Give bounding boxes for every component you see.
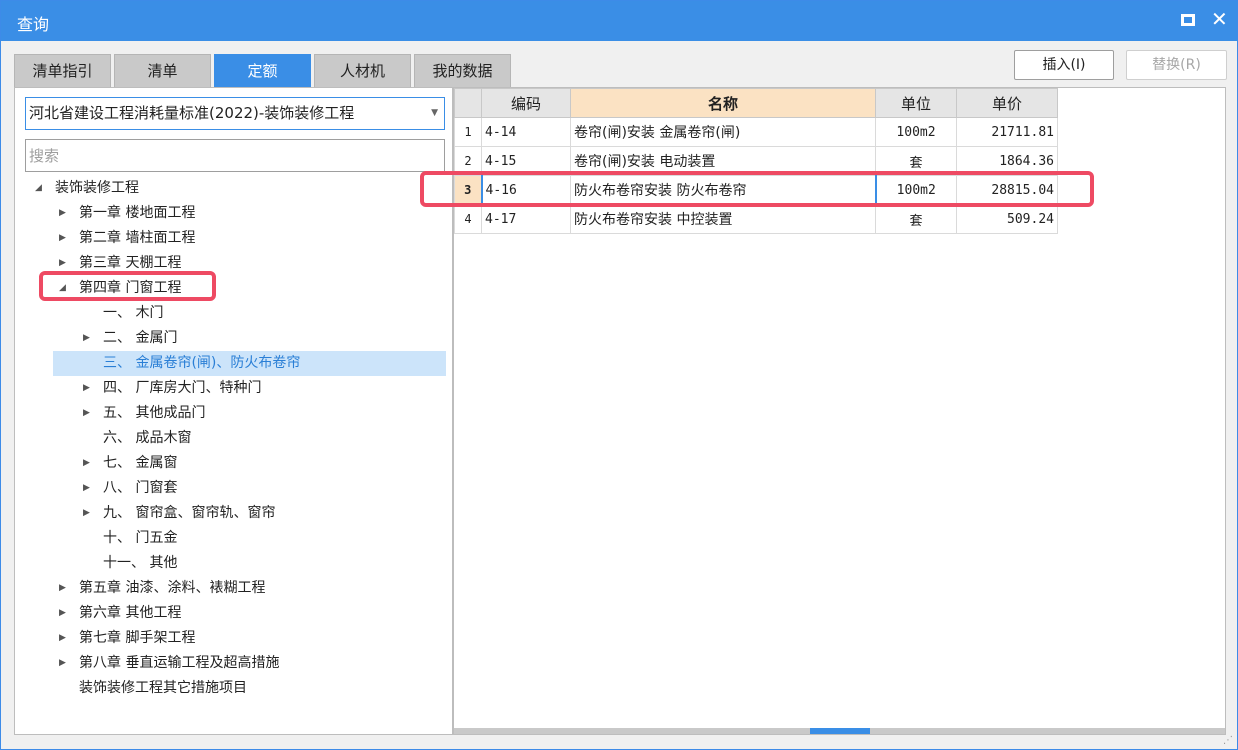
resize-grip-icon[interactable]: ⋰: [1223, 735, 1233, 746]
scrollbar-thumb[interactable]: [810, 728, 870, 734]
tree-node-label: 一、 木门: [103, 305, 164, 321]
column-header-price[interactable]: 单价: [956, 88, 1058, 118]
collapsed-arrow-icon[interactable]: ▶: [83, 326, 90, 351]
tree-node-label: 第七章 脚手架工程: [79, 630, 196, 646]
cell-name[interactable]: 卷帘(闸)安装 金属卷帘(闸): [570, 117, 876, 147]
cell-price[interactable]: 21711.81: [956, 117, 1058, 147]
library-select[interactable]: 河北省建设工程消耗量标准(2022)-装饰装修工程 ▼: [25, 97, 445, 130]
tree-node-label: 二、 金属门: [103, 330, 178, 346]
tree-node-label: 第六章 其他工程: [79, 605, 182, 621]
tree-node-label: 六、 成品木窗: [103, 430, 192, 446]
window-title: 查询: [17, 15, 50, 34]
replace-button[interactable]: 替换(R): [1126, 50, 1227, 80]
tree-node-chapter-7[interactable]: ▶ 第七章 脚手架工程: [15, 626, 452, 651]
column-header-unit[interactable]: 单位: [875, 88, 957, 118]
tree-node-label: 三、 金属卷帘(闸)、防火布卷帘: [103, 355, 301, 371]
tree-node-label: 装饰装修工程其它措施项目: [79, 680, 247, 696]
tree-node-label: 第五章 油漆、涂料、裱糊工程: [79, 580, 266, 596]
tree-node-chapter-8[interactable]: ▶ 第八章 垂直运输工程及超高措施: [15, 651, 452, 676]
tree-node-chapter-2[interactable]: ▶ 第二章 墙柱面工程: [15, 226, 452, 251]
tree-node-section[interactable]: 十一、 其他: [15, 551, 452, 576]
tree-node-section[interactable]: 六、 成品木窗: [15, 426, 452, 451]
tree-node-other-measures[interactable]: 装饰装修工程其它措施项目: [15, 676, 452, 701]
tree-node-label: 第二章 墙柱面工程: [79, 230, 196, 246]
tree-node-chapter-1[interactable]: ▶ 第一章 楼地面工程: [15, 201, 452, 226]
tab-bill-guide[interactable]: 清单指引: [14, 54, 111, 87]
tree-node-section[interactable]: ▶ 五、 其他成品门: [15, 401, 452, 426]
tree-node-section[interactable]: 十、 门五金: [15, 526, 452, 551]
tree-node-label: 九、 窗帘盒、窗帘轨、窗帘: [103, 505, 276, 521]
column-header-code[interactable]: 编码: [481, 88, 571, 118]
insert-button[interactable]: 插入(I): [1014, 50, 1114, 80]
tab-bill[interactable]: 清单: [114, 54, 211, 87]
cell-unit[interactable]: 100m2: [875, 117, 957, 147]
collapsed-arrow-icon[interactable]: ▶: [59, 601, 66, 626]
tree-node-section[interactable]: ▶ 二、 金属门: [15, 326, 452, 351]
table-row[interactable]: 1 4-14 卷帘(闸)安装 金属卷帘(闸) 100m2 21711.81: [454, 117, 1058, 147]
cell-code[interactable]: 4-17: [481, 204, 571, 234]
tree-node-label: 第一章 楼地面工程: [79, 205, 196, 221]
table-header-row: 编码 名称 单位 单价: [454, 88, 1058, 118]
highlight-box-chapter-4: [39, 271, 216, 301]
collapsed-arrow-icon[interactable]: ▶: [59, 626, 66, 651]
expanded-arrow-icon[interactable]: ◢: [35, 176, 42, 201]
tree-node-section[interactable]: ▶ 九、 窗帘盒、窗帘轨、窗帘: [15, 501, 452, 526]
tree-node-label: 四、 厂库房大门、特种门: [103, 380, 262, 396]
tree-node-chapter-5[interactable]: ▶ 第五章 油漆、涂料、裱糊工程: [15, 576, 452, 601]
tree-node-label: 装饰装修工程: [55, 180, 139, 196]
tree-node-section[interactable]: 一、 木门: [15, 301, 452, 326]
maximize-icon[interactable]: [1181, 14, 1195, 26]
tab-labor-material-machine[interactable]: 人材机: [314, 54, 411, 87]
tree-node-section[interactable]: ▶ 七、 金属窗: [15, 451, 452, 476]
cell-price[interactable]: 509.24: [956, 204, 1058, 234]
row-number: 1: [454, 117, 482, 147]
quota-table: 编码 名称 单位 单价 1 4-14 卷帘(闸)安装 金属卷帘(闸) 100m2…: [454, 88, 1058, 234]
collapsed-arrow-icon[interactable]: ▶: [83, 376, 90, 401]
collapsed-arrow-icon[interactable]: ▶: [83, 501, 90, 526]
catalog-pane: 河北省建设工程消耗量标准(2022)-装饰装修工程 ▼ ◢ 装饰装修工程 ▶ 第…: [14, 87, 453, 735]
cell-unit[interactable]: 套: [875, 204, 957, 234]
chevron-down-icon[interactable]: ▼: [431, 98, 438, 129]
library-select-value: 河北省建设工程消耗量标准(2022)-装饰装修工程: [29, 104, 355, 122]
collapsed-arrow-icon[interactable]: ▶: [59, 226, 66, 251]
tab-my-data[interactable]: 我的数据: [414, 54, 511, 87]
cell-code[interactable]: 4-14: [481, 117, 571, 147]
tree-node-label: 五、 其他成品门: [103, 405, 206, 421]
tree-node-label: 十、 门五金: [103, 530, 178, 546]
collapsed-arrow-icon[interactable]: ▶: [59, 651, 66, 676]
tree-node-label: 第八章 垂直运输工程及超高措施: [79, 655, 280, 671]
query-dialog: 查询 ✕ 清单指引 清单 定额 人材机 我的数据 插入(I) 替换(R) 河北省…: [0, 0, 1238, 750]
tree-node-section[interactable]: ▶ 八、 门窗套: [15, 476, 452, 501]
tab-quota[interactable]: 定额: [214, 54, 311, 87]
chapter-tree: ◢ 装饰装修工程 ▶ 第一章 楼地面工程 ▶ 第二章 墙柱面工程 ▶ 第三章 天…: [15, 176, 452, 701]
tree-node-label: 七、 金属窗: [103, 455, 178, 471]
tree-node-label: 十一、 其他: [103, 555, 178, 571]
tree-node-chapter-6[interactable]: ▶ 第六章 其他工程: [15, 601, 452, 626]
column-header-name[interactable]: 名称: [570, 88, 876, 118]
title-bar[interactable]: 查询 ✕: [1, 1, 1237, 41]
tree-node-root[interactable]: ◢ 装饰装修工程: [15, 176, 452, 201]
collapsed-arrow-icon[interactable]: ▶: [83, 401, 90, 426]
collapsed-arrow-icon[interactable]: ▶: [59, 201, 66, 226]
highlight-box-row-3: [420, 171, 1094, 207]
tree-node-section[interactable]: ▶ 四、 厂库房大门、特种门: [15, 376, 452, 401]
cell-name[interactable]: 防火布卷帘安装 中控装置: [570, 204, 876, 234]
collapsed-arrow-icon[interactable]: ▶: [83, 451, 90, 476]
table-row[interactable]: 4 4-17 防火布卷帘安装 中控装置 套 509.24: [454, 204, 1058, 234]
close-icon[interactable]: ✕: [1211, 7, 1228, 31]
search-input[interactable]: [25, 139, 445, 172]
tree-node-section-selected[interactable]: 三、 金属卷帘(闸)、防火布卷帘: [53, 351, 446, 376]
row-number-header: [454, 88, 482, 118]
horizontal-scrollbar[interactable]: [454, 728, 1225, 734]
tree-node-label: 八、 门窗套: [103, 480, 178, 496]
collapsed-arrow-icon[interactable]: ▶: [83, 476, 90, 501]
row-number: 4: [454, 204, 482, 234]
collapsed-arrow-icon[interactable]: ▶: [59, 576, 66, 601]
